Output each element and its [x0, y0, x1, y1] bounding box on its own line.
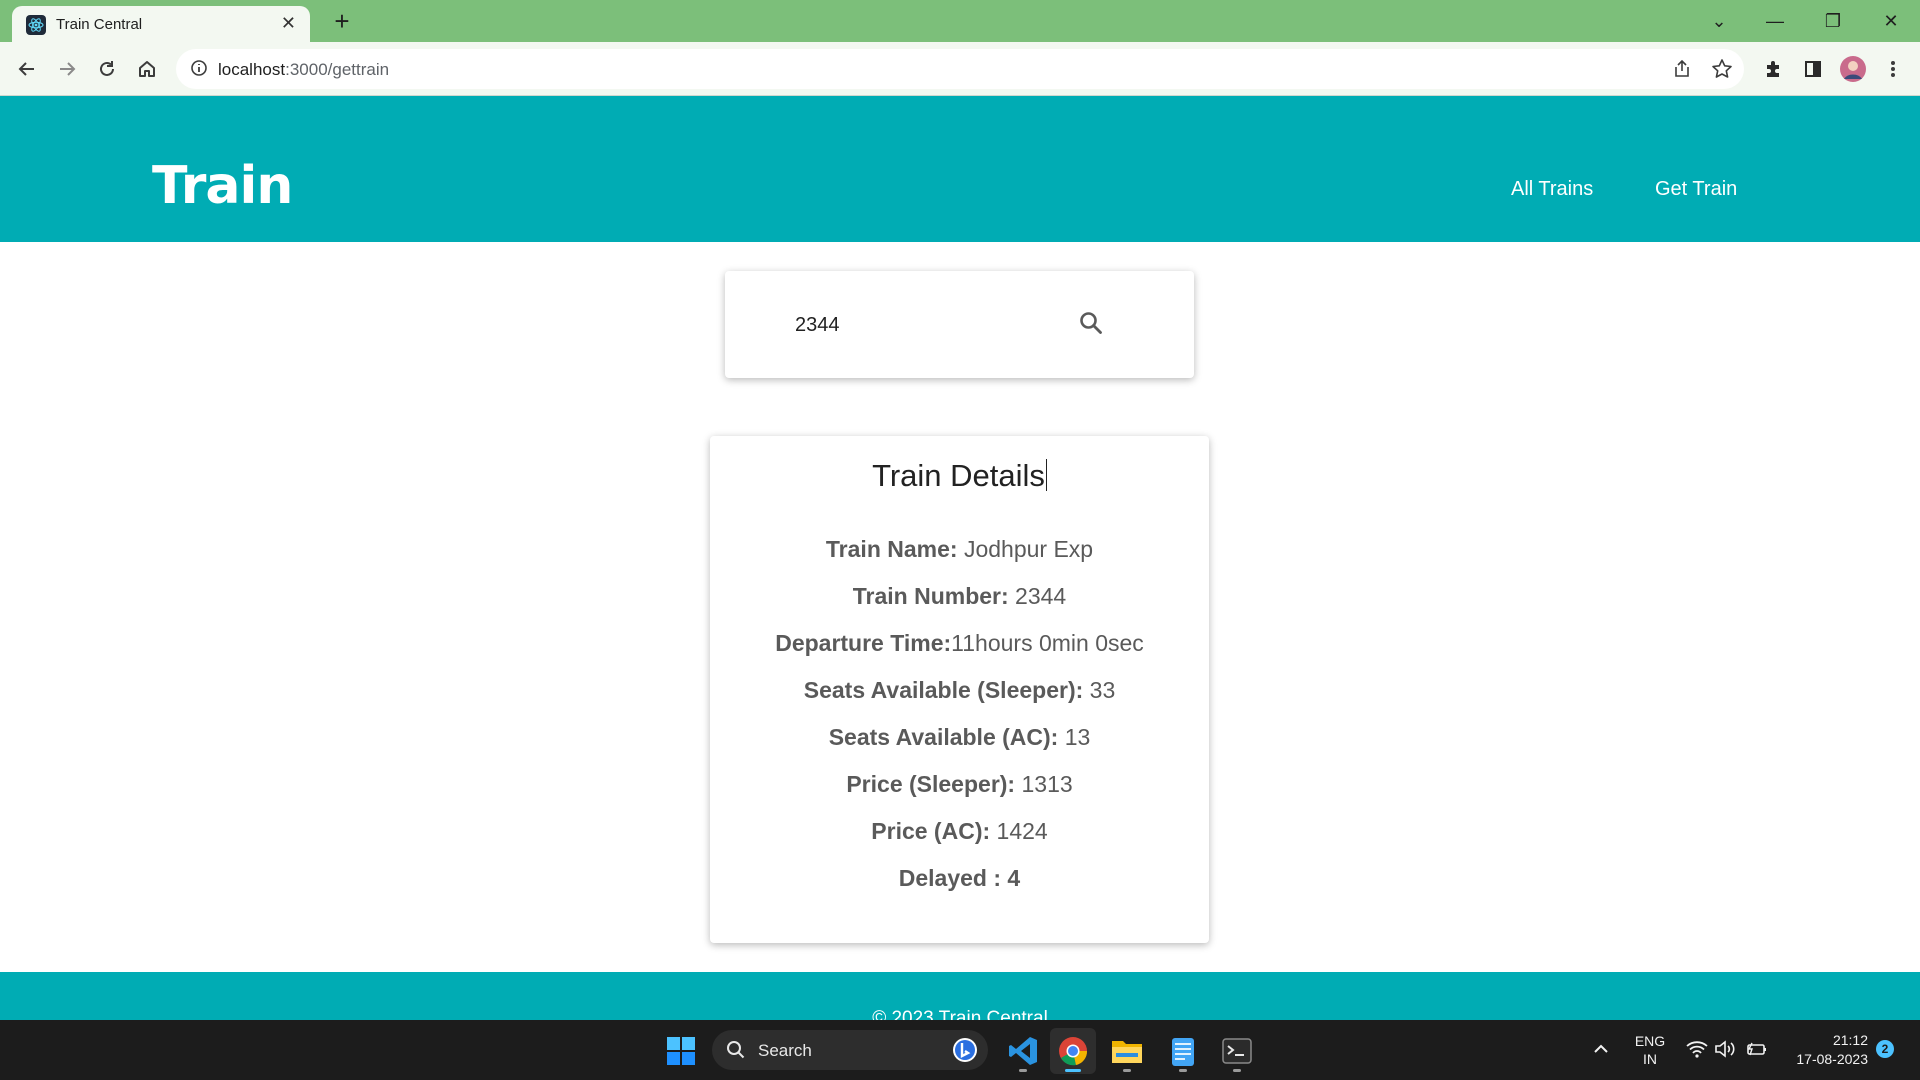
forward-arrow-icon[interactable]	[52, 54, 82, 84]
search-icon	[1078, 310, 1104, 341]
clock-date: 17-08-2023	[1796, 1051, 1868, 1067]
language-indicator[interactable]: ENG IN	[1632, 1032, 1668, 1068]
system-clock[interactable]: 21:12 17-08-2023	[1776, 1031, 1876, 1069]
site-brand[interactable]: Train	[152, 156, 293, 216]
detail-row-seats-ac: Seats Available (AC): 13	[710, 724, 1209, 751]
detail-value: Jodhpur Exp	[957, 536, 1094, 562]
restore-button[interactable]: ❐	[1810, 8, 1856, 34]
home-icon[interactable]	[132, 54, 162, 84]
notepad-icon[interactable]	[1160, 1028, 1206, 1074]
detail-row-delayed: Delayed : 4	[710, 865, 1209, 892]
detail-label: Price (AC):	[871, 818, 991, 844]
windows-taskbar: Search ENG IN 21:12 17-08-2023 2	[0, 1020, 1920, 1080]
detail-value: 1313	[1015, 771, 1073, 797]
new-tab-button[interactable]: +	[326, 6, 358, 36]
detail-row-price-sleeper: Price (Sleeper): 1313	[710, 771, 1209, 798]
bookmark-star-icon[interactable]	[1711, 58, 1733, 85]
tab-search-chevron-icon[interactable]: ⌄	[1696, 8, 1742, 34]
search-card	[725, 271, 1194, 378]
browser-toolbar: localhost:3000/gettrain	[0, 42, 1920, 96]
detail-label: Delayed : 4	[898, 865, 1021, 891]
bing-icon[interactable]	[952, 1037, 978, 1068]
taskbar-search-label: Search	[758, 1041, 812, 1060]
extensions-puzzle-icon[interactable]	[1758, 54, 1788, 84]
details-title-text: Train Details	[872, 458, 1045, 493]
notepad-running-indicator	[1179, 1069, 1187, 1072]
share-icon[interactable]	[1672, 59, 1692, 84]
clock-time: 21:12	[1832, 1032, 1868, 1048]
language-region: IN	[1643, 1051, 1657, 1067]
windows-start-icon[interactable]	[658, 1028, 704, 1074]
detail-label: Seats Available (AC):	[828, 724, 1059, 750]
explorer-running-indicator	[1123, 1069, 1131, 1072]
nav-get-train[interactable]: Get Train	[1655, 178, 1737, 201]
chrome-active-indicator	[1065, 1069, 1081, 1072]
detail-value: 13	[1058, 724, 1091, 750]
detail-value: 33	[1083, 677, 1116, 703]
tab-close-icon[interactable]: ✕	[281, 13, 296, 34]
file-explorer-icon[interactable]	[1104, 1028, 1150, 1074]
taskbar-search-box[interactable]: Search	[712, 1030, 988, 1070]
url-text: localhost:3000/gettrain	[218, 60, 389, 80]
reload-icon[interactable]	[92, 54, 122, 84]
detail-row-departure-time: Departure Time:11hours 0min 0sec	[710, 630, 1209, 657]
terminal-running-indicator	[1233, 1069, 1241, 1072]
tab-title: Train Central	[56, 16, 143, 33]
train-number-input[interactable]	[795, 305, 1075, 345]
details-title: Train Details	[710, 458, 1209, 494]
detail-row-train-number: Train Number: 2344	[710, 583, 1209, 610]
site-info-icon[interactable]	[190, 59, 208, 82]
show-hidden-icons-chevron-icon[interactable]	[1592, 1040, 1610, 1063]
detail-value: 2344	[1008, 583, 1067, 609]
language-code: ENG	[1634, 1033, 1666, 1049]
detail-row-seats-sleeper: Seats Available (Sleeper): 33	[710, 677, 1209, 704]
detail-value: 1424	[990, 818, 1048, 844]
browser-tab[interactable]: Train Central ✕	[12, 6, 310, 42]
react-favicon-icon	[26, 15, 46, 35]
close-window-button[interactable]: ✕	[1868, 8, 1914, 34]
text-caret	[1045, 459, 1047, 491]
site-footer: © 2023 Train Central	[0, 972, 1920, 1029]
notification-badge[interactable]: 2	[1876, 1040, 1894, 1058]
taskbar-search-icon	[726, 1040, 746, 1065]
vscode-running-indicator	[1019, 1069, 1027, 1072]
detail-label: Train Name:	[825, 536, 958, 562]
terminal-icon[interactable]	[1214, 1028, 1260, 1074]
minimize-button[interactable]: —	[1752, 8, 1798, 34]
site-header: Train All Trains Get Train	[0, 96, 1920, 242]
train-details-card: Train Details Train Name: Jodhpur Exp Tr…	[710, 436, 1209, 943]
nav-all-trains[interactable]: All Trains	[1511, 178, 1593, 201]
detail-label: Departure Time:	[775, 630, 952, 656]
address-bar[interactable]: localhost:3000/gettrain	[176, 49, 1744, 89]
browser-tab-bar: Train Central ✕ + ⌄ — ❐ ✕	[0, 0, 1920, 42]
detail-row-train-name: Train Name: Jodhpur Exp	[710, 536, 1209, 563]
search-button[interactable]	[1073, 307, 1109, 343]
chrome-icon[interactable]	[1050, 1028, 1096, 1074]
profile-avatar[interactable]	[1838, 54, 1868, 84]
wifi-icon[interactable]	[1686, 1040, 1708, 1063]
chrome-menu-icon[interactable]	[1878, 54, 1908, 84]
detail-label: Price (Sleeper):	[846, 771, 1016, 797]
detail-row-price-ac: Price (AC): 1424	[710, 818, 1209, 845]
battery-icon[interactable]	[1746, 1040, 1768, 1063]
side-panel-icon[interactable]	[1798, 54, 1828, 84]
detail-value: 11hours 0min 0sec	[951, 630, 1144, 656]
vscode-icon[interactable]	[1000, 1028, 1046, 1074]
url-path: :3000/gettrain	[285, 60, 390, 79]
volume-icon[interactable]	[1714, 1040, 1736, 1063]
url-host: localhost	[218, 60, 286, 79]
detail-label: Train Number:	[852, 583, 1009, 609]
detail-label: Seats Available (Sleeper):	[803, 677, 1084, 703]
back-arrow-icon[interactable]	[12, 54, 42, 84]
